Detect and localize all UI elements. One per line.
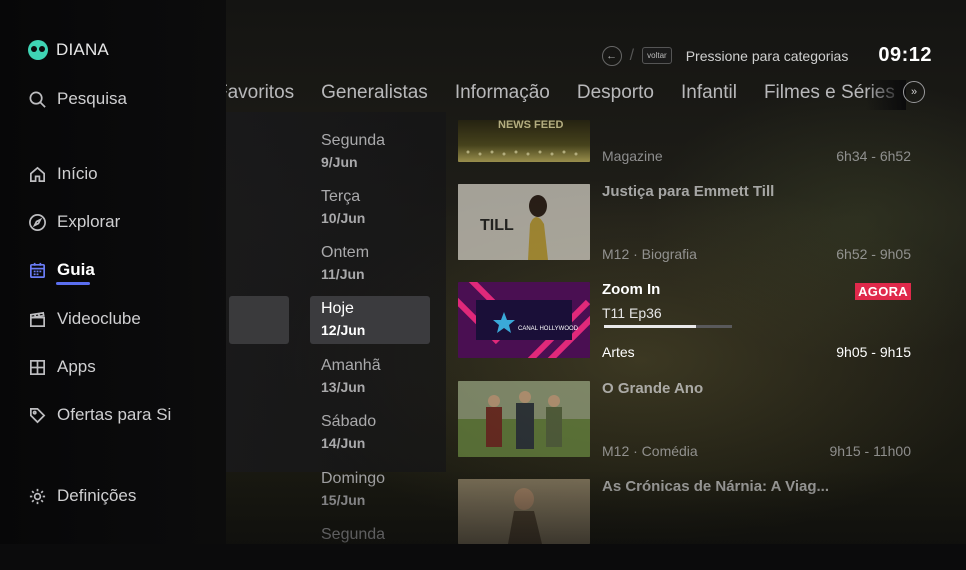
tab-favoritos[interactable]: Favoritos (226, 82, 294, 104)
day-date: 10/Jun (321, 210, 366, 226)
day-weekday: Hoje (321, 300, 354, 317)
separator: / (629, 46, 635, 64)
program-episode: T11 Ep36 (602, 305, 662, 321)
sidebar-item-search[interactable]: Pesquisa (28, 89, 127, 109)
sidebar-item-label: Videoclube (57, 309, 141, 328)
program-title: O Grande Ano (602, 380, 704, 397)
back-key-hint: voltar (642, 47, 672, 64)
svg-text:CANAL HOLLYWOOD: CANAL HOLLYWOOD (518, 326, 579, 332)
thumbnail-art (458, 479, 590, 544)
program-thumbnail: TILL (458, 184, 590, 260)
day-date: 9/Jun (321, 154, 358, 170)
program-title: Justiça para Emmett Till (602, 183, 775, 200)
day-weekday: Sábado (321, 413, 377, 430)
categories-hint: Pressione para categorias (685, 47, 849, 64)
clapperboard-icon (29, 311, 46, 327)
program-item-current[interactable]: CANAL HOLLYWOOD Zoom In AGORA T11 Ep36 A… (458, 281, 913, 360)
tab-informacao[interactable]: Informação (455, 82, 550, 104)
program-meta: Artes (602, 344, 635, 360)
back-arrow-icon: ← (601, 45, 622, 66)
thumbnail-art: NEWS FEED (466, 120, 578, 156)
day-weekday: Ontem (321, 244, 370, 261)
program-title: Zoom In (602, 281, 661, 298)
clock: 09:12 (878, 44, 932, 66)
day-item-selected[interactable]: Hoje 12/Jun (310, 296, 430, 344)
watch-progress-fill (604, 325, 697, 328)
channel-selection[interactable] (229, 296, 289, 344)
program-time: 6h34 - 6h52 (836, 148, 911, 164)
tabs-fade (866, 80, 906, 110)
day-weekday: Segunda (321, 132, 386, 149)
program-thumbnail: CANAL HOLLYWOOD (458, 282, 590, 358)
sidebar-item-label: Apps (57, 357, 96, 376)
day-weekday: Domingo (321, 470, 386, 487)
day-item[interactable]: Sábado 14/Jun (310, 409, 430, 457)
sidebar-item-label: Definições (57, 486, 137, 505)
sidebar-item-guide[interactable]: Guia (28, 260, 95, 280)
day-item[interactable]: Amanhã 13/Jun (310, 353, 430, 401)
sidebar-item-label: Guia (57, 260, 95, 279)
sidebar-item-label: Pesquisa (57, 89, 127, 108)
sidebar-item-settings[interactable]: Definições (28, 486, 136, 506)
sidebar-item-explore[interactable]: Explorar (28, 212, 120, 232)
svg-text:NEWS FEED: NEWS FEED (498, 120, 563, 131)
program-meta: M12 · Comédia (602, 443, 698, 459)
program-item[interactable]: TILL Justiça para Emmett Till M12 · Biog… (458, 183, 913, 262)
tab-infantil[interactable]: Infantil (681, 82, 737, 104)
profile[interactable]: DIANA (28, 40, 109, 60)
day-item[interactable]: Ontem 11/Jun (310, 240, 430, 288)
category-tabs: Favoritos Generalistas Informação Despor… (226, 80, 906, 110)
sidebar-item-home[interactable]: Início (28, 164, 98, 184)
program-time: 9h15 - 11h00 (829, 443, 911, 459)
program-time: 9h05 - 9h15 (836, 344, 911, 360)
sidebar-item-apps[interactable]: Apps (28, 357, 96, 377)
day-date: 15/Jun (321, 492, 366, 508)
sidebar-item-label: Ofertas para Si (57, 405, 172, 424)
tag-icon (29, 407, 46, 423)
thumbnail-art: CANAL HOLLYWOOD (458, 282, 590, 358)
apps-grid-icon (29, 359, 46, 375)
avatar (28, 40, 48, 60)
day-date: 14/Jun (321, 435, 366, 451)
calendar-icon (29, 262, 46, 278)
day-date: 12/Jun (321, 322, 366, 338)
thumbnail-art: TILL (458, 184, 590, 260)
day-item[interactable]: Segunda (310, 522, 430, 570)
program-time: 6h52 - 9h05 (836, 246, 911, 262)
live-badge: AGORA (855, 283, 911, 300)
top-bar: ← / voltar Pressione para categorias 09:… (601, 44, 932, 67)
active-indicator (56, 282, 90, 285)
day-item[interactable]: Domingo 15/Jun (310, 466, 430, 514)
sidebar-item-videoclub[interactable]: Videoclube (28, 309, 141, 329)
day-date: 13/Jun (321, 379, 366, 395)
day-date: 11/Jun (321, 266, 365, 282)
day-weekday: Segunda (321, 526, 386, 543)
day-item[interactable]: Segunda 9/Jun (310, 128, 430, 176)
home-icon (29, 166, 46, 182)
program-meta: Magazine (602, 148, 663, 164)
profile-name: DIANA (56, 40, 109, 59)
day-item[interactable]: Terça 10/Jun (310, 184, 430, 232)
program-item[interactable]: O Grande Ano M12 · Comédia 9h15 - 11h00 (458, 380, 913, 459)
gear-icon (29, 488, 46, 504)
program-thumbnail: NEWS FEED (458, 120, 590, 162)
thumbnail-art (458, 381, 590, 457)
tab-desporto[interactable]: Desporto (577, 82, 654, 104)
sidebar-item-label: Explorar (57, 212, 121, 231)
sidebar-item-offers[interactable]: Ofertas para Si (28, 405, 171, 425)
tabs-next-icon[interactable]: » (903, 81, 925, 103)
program-thumbnail (458, 479, 590, 544)
tab-generalistas[interactable]: Generalistas (321, 82, 428, 104)
search-icon (29, 91, 46, 108)
sidebar: DIANA Pesquisa Início Explorar Guia Vide… (0, 0, 226, 544)
program-title: As Crónicas de Nárnia: A Viag... (602, 478, 830, 495)
watch-progress-bar (604, 325, 732, 328)
program-thumbnail (458, 381, 590, 457)
day-weekday: Amanhã (321, 357, 381, 374)
svg-text:TILL: TILL (480, 217, 514, 234)
compass-icon (29, 213, 46, 231)
program-meta: M12 · Biografia (602, 246, 697, 262)
sidebar-item-label: Início (57, 164, 98, 183)
day-weekday: Terça (321, 188, 361, 205)
